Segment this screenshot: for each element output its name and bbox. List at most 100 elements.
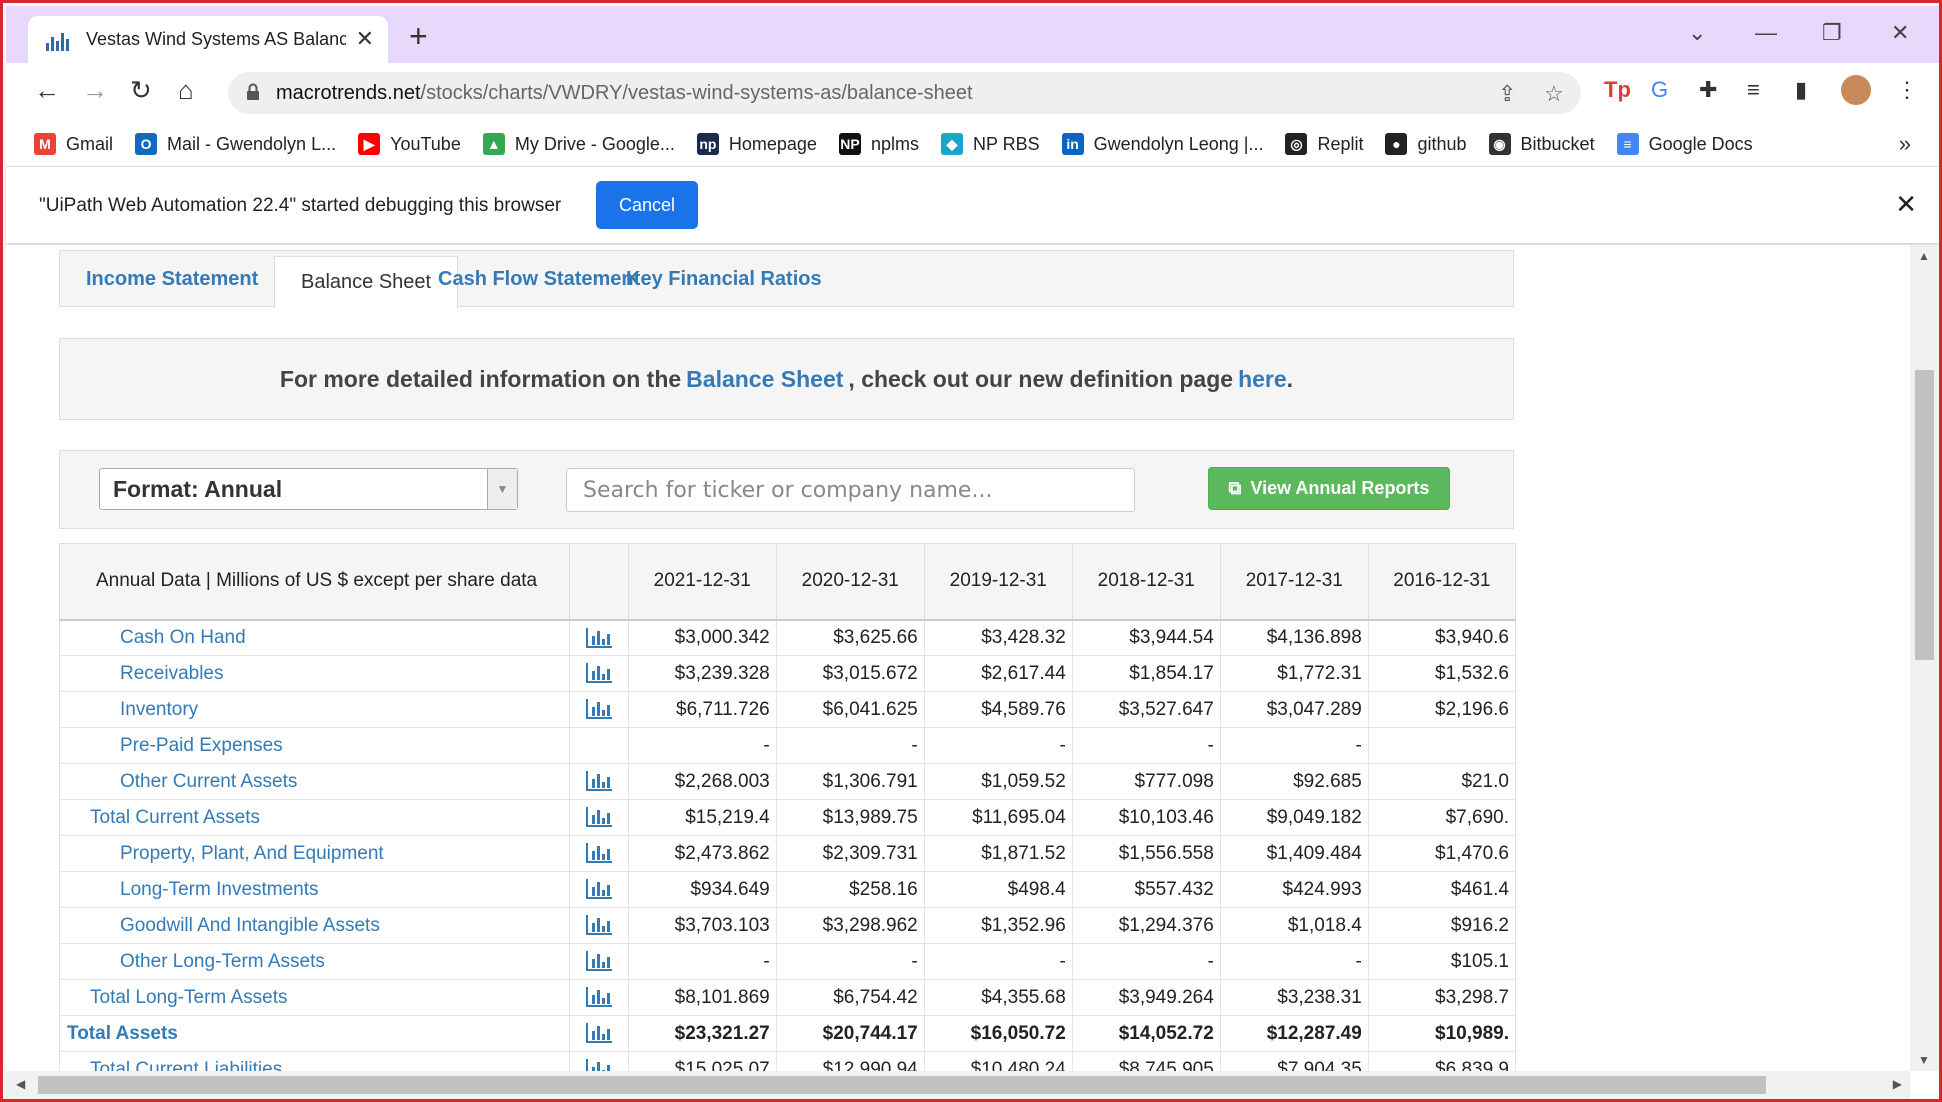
address-bar[interactable]: macrotrends.net/stocks/charts/VWDRY/vest… — [228, 72, 1581, 114]
here-link[interactable]: here — [1238, 366, 1287, 393]
row-label[interactable]: Receivables — [59, 655, 571, 692]
debugging-message: "UiPath Web Automation 22.4" started deb… — [39, 195, 562, 216]
bookmark-item[interactable]: np Homepage — [696, 133, 817, 155]
scroll-up-icon[interactable]: ▲ — [1918, 249, 1930, 263]
row-label[interactable]: Property, Plant, And Equipment — [59, 835, 571, 872]
bookmark-item[interactable]: ▶ YouTube — [358, 133, 461, 155]
minimize-icon[interactable]: — — [1755, 20, 1777, 46]
tab-income-statement[interactable]: Income Statement — [60, 251, 284, 308]
bar-chart-icon[interactable] — [585, 807, 612, 828]
side-panel-icon[interactable]: ▮ — [1795, 79, 1807, 101]
scroll-down-icon[interactable]: ▼ — [1918, 1053, 1930, 1067]
bar-chart-icon[interactable] — [585, 843, 612, 864]
home-icon[interactable]: ⌂ — [178, 77, 194, 103]
bookmark-item[interactable]: NP nplms — [838, 133, 919, 155]
chart-cell[interactable] — [569, 835, 629, 872]
cancel-button[interactable]: Cancel — [596, 181, 698, 229]
infobar-close-icon[interactable]: ✕ — [1895, 189, 1917, 220]
row-label[interactable]: Goodwill And Intangible Assets — [59, 907, 571, 944]
chart-cell[interactable] — [569, 619, 629, 656]
chart-cell[interactable] — [569, 691, 629, 728]
tp-extension-icon[interactable]: Tp — [1604, 79, 1631, 101]
value-cell: $916.2 — [1367, 907, 1516, 944]
tab-search-icon[interactable]: ⌄ — [1688, 20, 1706, 46]
value-cell: $777.098 — [1071, 763, 1221, 800]
view-annual-reports-button[interactable]: ⧉ View Annual Reports — [1208, 467, 1450, 510]
reload-icon[interactable]: ↻ — [130, 77, 152, 103]
chart-cell[interactable] — [569, 799, 629, 836]
bookmark-item[interactable]: ◉ Bitbucket — [1488, 133, 1595, 155]
horizontal-scrollbar[interactable]: ◀ ▶ — [6, 1071, 1910, 1099]
chart-cell[interactable] — [569, 943, 629, 980]
back-icon[interactable]: ← — [34, 77, 60, 103]
browser-tab[interactable]: Vestas Wind Systems AS Balance ✕ — [28, 16, 388, 63]
value-cell: $1,018.4 — [1219, 907, 1369, 944]
horizontal-scroll-thumb[interactable] — [38, 1076, 1766, 1094]
chart-cell[interactable] — [569, 907, 629, 944]
more-menu-icon[interactable]: ⋮ — [1896, 79, 1918, 101]
value-cell: $258.16 — [775, 871, 925, 908]
row-label[interactable]: Other Long-Term Assets — [59, 943, 571, 980]
bookmark-item[interactable]: in Gwendolyn Leong |... — [1061, 133, 1263, 155]
media-control-icon[interactable]: ≡ — [1747, 79, 1760, 101]
row-label[interactable]: Long-Term Investments — [59, 871, 571, 908]
bar-chart-icon[interactable] — [585, 915, 612, 936]
bookmark-item[interactable]: M Gmail — [34, 133, 113, 155]
bar-chart-icon[interactable] — [585, 1059, 612, 1071]
bar-chart-icon[interactable] — [585, 699, 612, 720]
forward-icon[interactable]: → — [82, 77, 108, 103]
bookmark-star-icon[interactable]: ☆ — [1544, 81, 1564, 107]
chart-cell[interactable] — [569, 763, 629, 800]
format-select[interactable]: Format: Annual ▼ — [99, 468, 518, 510]
window-close-icon[interactable]: ✕ — [1891, 20, 1909, 46]
row-label[interactable]: Total Current Liabilities — [59, 1051, 571, 1071]
profile-avatar[interactable] — [1841, 75, 1871, 105]
value-cell: - — [627, 727, 777, 764]
bookmark-item[interactable]: O Mail - Gwendolyn L... — [135, 133, 336, 155]
value-cell: $4,136.898 — [1219, 619, 1369, 656]
chart-cell[interactable] — [569, 1015, 629, 1052]
chart-cell[interactable] — [569, 655, 629, 692]
extensions-puzzle-icon[interactable]: ✚ — [1699, 79, 1717, 101]
ticker-search-input[interactable]: Search for ticker or company name... — [566, 468, 1135, 512]
bar-chart-icon[interactable] — [585, 1023, 612, 1044]
info-middle: , check out our new definition page — [848, 365, 1234, 392]
row-label[interactable]: Pre-Paid Expenses — [59, 727, 571, 764]
chart-cell[interactable] — [569, 871, 629, 908]
bookmark-item[interactable]: ≡ Google Docs — [1616, 133, 1753, 155]
row-label[interactable]: Total Assets — [59, 1015, 571, 1052]
bar-chart-icon[interactable] — [585, 771, 612, 792]
bookmark-item[interactable]: ◎ Replit — [1285, 133, 1363, 155]
row-label[interactable]: Other Current Assets — [59, 763, 571, 800]
tab-key-financial-ratios[interactable]: Key Financial Ratios — [600, 251, 848, 308]
bookmark-item[interactable]: ◆ NP RBS — [940, 133, 1040, 155]
bar-chart-icon[interactable] — [585, 879, 612, 900]
vertical-scrollbar[interactable]: ▲ ▼ — [1910, 245, 1939, 1071]
chart-cell[interactable] — [569, 1051, 629, 1071]
bar-chart-icon[interactable] — [585, 987, 612, 1008]
bookmarks-overflow-icon[interactable]: » — [1899, 131, 1911, 157]
value-cell: - — [1219, 727, 1369, 764]
scroll-left-icon[interactable]: ◀ — [16, 1077, 25, 1091]
row-label[interactable]: Total Long-Term Assets — [59, 979, 571, 1016]
new-tab-icon[interactable]: + — [409, 20, 428, 52]
value-cell: $21.0 — [1367, 763, 1516, 800]
bookmark-item[interactable]: ● github — [1385, 133, 1467, 155]
vertical-scroll-thumb[interactable] — [1915, 370, 1934, 660]
row-label[interactable]: Total Current Assets — [59, 799, 571, 836]
tab-close-icon[interactable]: ✕ — [356, 26, 374, 52]
row-label[interactable]: Cash On Hand — [59, 619, 571, 656]
scroll-right-icon[interactable]: ▶ — [1893, 1077, 1902, 1091]
translate-extension-icon[interactable]: G — [1651, 79, 1668, 101]
balance-sheet-link[interactable]: Balance Sheet — [686, 366, 843, 393]
restore-icon[interactable]: ❐ — [1822, 20, 1842, 46]
bar-chart-icon[interactable] — [585, 951, 612, 972]
row-label[interactable]: Inventory — [59, 691, 571, 728]
bar-chart-icon[interactable] — [585, 663, 612, 684]
format-select-value: Format: Annual — [113, 476, 283, 502]
bar-chart-icon[interactable] — [585, 627, 612, 648]
value-cell: $557.432 — [1071, 871, 1221, 908]
chart-cell[interactable] — [569, 979, 629, 1016]
share-icon[interactable]: ⇪ — [1498, 81, 1516, 107]
bookmark-item[interactable]: ▲ My Drive - Google... — [482, 133, 675, 155]
